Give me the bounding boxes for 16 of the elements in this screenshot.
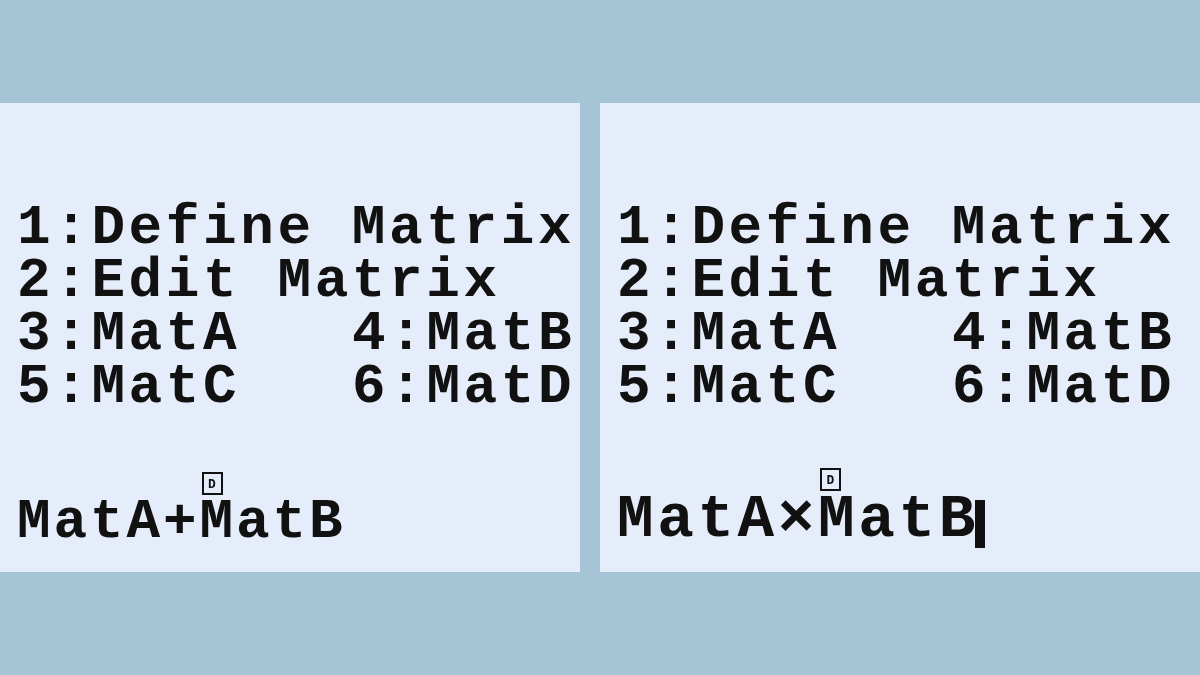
menu-text: 5:MatC (617, 361, 842, 414)
expression-text: MatA× (617, 485, 819, 554)
menu-text: 4:MatB (952, 308, 1176, 361)
indicator-badge: D (820, 468, 842, 491)
menu-text: 3:MatA (17, 308, 242, 361)
menu-text: 6:MatD (352, 361, 576, 414)
menu-text: 5:MatC (17, 361, 242, 414)
indicator-badge: D (201, 472, 223, 495)
menu-text: 2:Edit Matrix (17, 255, 501, 308)
menu-text: 1:Define Matrix (17, 202, 576, 255)
menu-text: 1:Define Matrix (617, 202, 1176, 255)
expression-text: MatA+ (17, 490, 200, 554)
menu-text: 4:MatB (352, 308, 576, 361)
menu-text: 6:MatD (952, 361, 1176, 414)
menu-text: 3:MatA (617, 308, 842, 361)
menu-text: 2:Edit Matrix (617, 255, 1101, 308)
